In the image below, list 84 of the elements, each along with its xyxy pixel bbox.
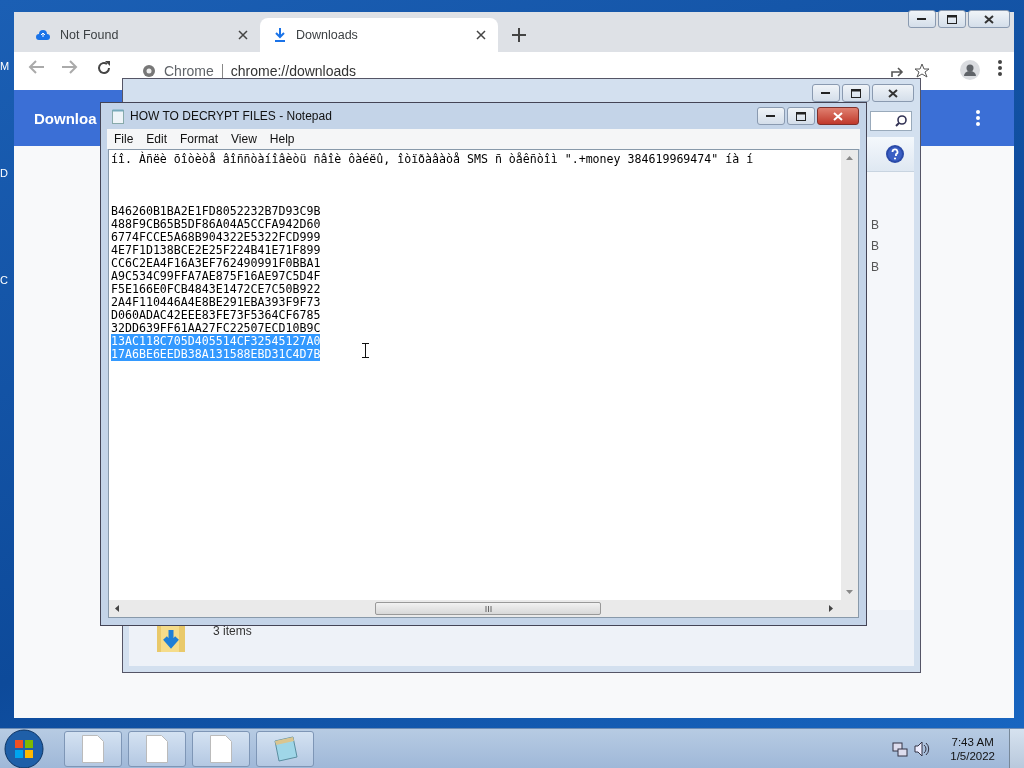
menu-item[interactable]: Format <box>180 132 219 146</box>
maximize-icon <box>851 88 861 98</box>
site-label: Chrome <box>164 63 214 79</box>
close-tab-icon[interactable] <box>238 30 248 40</box>
clock-time[interactable]: 7:43 AM <box>951 735 994 748</box>
scroll-up-icon[interactable] <box>846 156 853 160</box>
document-icon <box>146 734 168 763</box>
menu-icon[interactable] <box>998 60 1002 76</box>
close-icon <box>833 111 843 121</box>
text-line: 2A4F110446A4E8BE291EBA393F9F73 <box>111 295 321 309</box>
browser-tab[interactable]: Not Found <box>22 18 260 52</box>
share-icon[interactable] <box>890 64 906 78</box>
text-line: 4E7F1D138BCE2E25F224B41E71F899 <box>111 243 321 257</box>
minimize-button[interactable] <box>908 10 936 28</box>
start-button[interactable] <box>4 728 44 768</box>
minimize-icon <box>917 17 927 21</box>
desktop-icon-label[interactable]: C <box>0 274 10 286</box>
text-line: 32DD639FF61AA27FC22507ECD10B9C <box>111 321 321 335</box>
close-tab-icon[interactable] <box>476 30 486 40</box>
globe-icon <box>142 64 156 78</box>
taskbar-button[interactable] <box>64 730 122 767</box>
page-title: Downloa <box>34 109 97 127</box>
menu-item[interactable]: View <box>231 132 257 146</box>
close-icon <box>888 88 898 98</box>
reload-icon[interactable] <box>96 60 112 76</box>
menu-item[interactable]: File <box>114 132 134 146</box>
cloud-icon <box>36 30 50 40</box>
menu-item[interactable]: Edit <box>146 132 168 146</box>
horizontal-scrollbar[interactable] <box>109 600 858 617</box>
scroll-right-icon[interactable] <box>829 605 833 612</box>
desktop-icon-label[interactable]: M <box>0 60 10 72</box>
window-title: HOW TO DECRYPT FILES - Notepad <box>130 109 332 123</box>
show-desktop-button[interactable] <box>1009 728 1024 768</box>
clock-date[interactable]: 1/5/2022 <box>950 749 995 762</box>
minimize-icon <box>766 114 776 118</box>
text-line: CC6C2EA4F16A3EF762490991F0BBA1 <box>111 256 321 270</box>
text-cursor-icon <box>362 343 369 358</box>
notepad-icon <box>112 108 124 124</box>
text-line: 488F9CB65B5DF86A04A5CCFA942D60 <box>111 217 321 231</box>
new-tab-icon[interactable] <box>512 28 526 42</box>
grip-icon <box>484 605 492 612</box>
search-field[interactable] <box>870 111 912 131</box>
help-icon[interactable] <box>886 145 904 163</box>
scroll-left-icon[interactable] <box>115 605 119 612</box>
document-icon <box>82 734 104 763</box>
text-line: B46260B1BA2E1FD8052232B7D93C9B <box>111 204 321 218</box>
maximize-button[interactable] <box>787 107 815 125</box>
search-icon <box>895 115 907 127</box>
size-cell: B <box>871 218 879 232</box>
minimize-button[interactable] <box>812 84 840 102</box>
network-icon[interactable] <box>892 740 909 757</box>
download-icon <box>274 28 286 42</box>
maximize-icon <box>796 111 806 121</box>
profile-icon[interactable] <box>960 60 980 80</box>
size-cell: B <box>871 260 879 274</box>
document-icon <box>210 734 232 763</box>
text-line: íî. Àñëè õîòèòå âîññòàíîâèòü ñâîè ôàéëû, îòïðàâàòå SMS ñ òåêñòîì ".+money 384619969474" íà í <box>111 153 755 166</box>
maximize-button[interactable] <box>938 10 966 28</box>
size-cell: B <box>871 239 879 253</box>
maximize-icon <box>947 14 957 24</box>
close-icon <box>984 14 994 24</box>
item-count: 3 items <box>213 624 252 638</box>
close-button[interactable] <box>872 84 914 102</box>
minimize-button[interactable] <box>757 107 785 125</box>
desktop-icon-label[interactable]: D <box>0 167 10 179</box>
volume-icon[interactable] <box>914 740 931 757</box>
notepad-icon <box>271 734 299 763</box>
text-line: F5E166E0FCB4843E1472CE7C50B922 <box>111 282 321 296</box>
taskbar-button[interactable] <box>192 730 250 767</box>
menu-item[interactable]: Help <box>269 132 295 146</box>
text-line: 6774FCCE5A68B904322E5322FCD999 <box>111 230 321 244</box>
vertical-scrollbar[interactable] <box>841 150 858 600</box>
text-line: A9C534C99FFA7AE875F16AE97C5D4F <box>111 269 321 283</box>
browser-tab[interactable]: Downloads <box>260 18 498 52</box>
scroll-down-icon[interactable] <box>846 590 853 594</box>
close-button[interactable] <box>968 10 1010 28</box>
maximize-button[interactable] <box>842 84 870 102</box>
star-icon[interactable] <box>914 63 930 79</box>
more-icon[interactable] <box>976 110 980 126</box>
text-line: D060ADAC42EEE83FE73F5364CF6785 <box>111 308 321 322</box>
taskbar-button[interactable] <box>128 730 186 767</box>
url-text: chrome://downloads <box>230 63 357 79</box>
close-button[interactable] <box>817 107 859 125</box>
scrollbar-thumb[interactable] <box>375 602 601 615</box>
